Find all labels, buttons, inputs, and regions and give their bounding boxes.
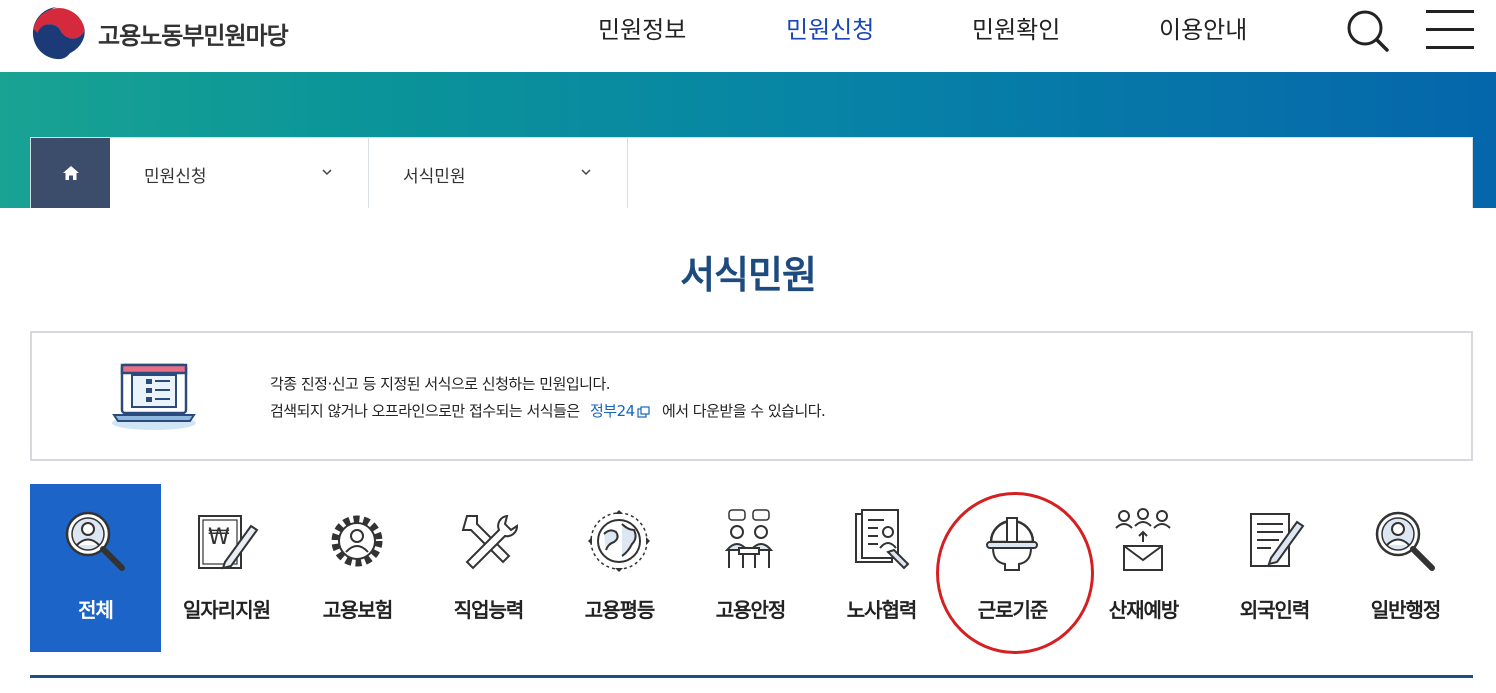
logo-text: 고용노동부민원마당 (98, 21, 289, 50)
breadcrumb-dropdown-level2[interactable]: 서식민원 (369, 138, 628, 208)
breadcrumb-home[interactable] (31, 138, 110, 208)
category-tab-labor-cooperation[interactable]: 노사협력 (816, 484, 947, 652)
breadcrumb: 민원신청 서식민원 (30, 137, 1473, 208)
people-envelope-icon (1115, 508, 1171, 571)
document-person-icon (855, 509, 910, 570)
category-label: 노사협력 (846, 598, 918, 622)
site-logo[interactable]: 고용노동부민원마당 (30, 4, 289, 62)
category-tab-employment-equality[interactable]: 고용평등 (554, 484, 685, 652)
info-box: 각종 진정·신고 등 지정된 서식으로 신청하는 민원입니다. 검색되지 않거나… (30, 331, 1473, 461)
category-tab-all[interactable]: 전체 (30, 484, 161, 652)
nav-usage-guide[interactable]: 이용안내 (1159, 10, 1247, 45)
category-tab-vocational-ability[interactable]: 직업능력 (423, 484, 554, 652)
breadcrumb-dropdown-level1[interactable]: 민원신청 (110, 138, 369, 208)
svg-text:₩: ₩ (208, 525, 230, 550)
category-label: 일자리지원 (183, 598, 271, 622)
info-line-2: 검색되지 않거나 오프라인으로만 접수되는 서식들은 정부24 에서 다운받을 … (270, 398, 826, 425)
globe-icon (588, 510, 650, 572)
gov24-link-label: 정부24 (589, 402, 635, 420)
hard-hat-icon (986, 517, 1038, 571)
chevron-down-icon (581, 169, 591, 176)
category-tabs: 전체 ₩ 일자리지원 고용보험 직업능력 고용평등 고용안정 노사협력 근로기준… (30, 484, 1473, 652)
gov24-link[interactable]: 정부24 (590, 402, 658, 420)
won-document-pen-icon: ₩ (198, 515, 259, 570)
info-line-1: 각종 진정·신고 등 지정된 서식으로 신청하는 민원입니다. (270, 375, 611, 393)
category-label: 일반행정 (1370, 598, 1442, 622)
category-label: 산재예방 (1108, 598, 1180, 622)
chevron-down-icon (322, 169, 332, 176)
breadcrumb-label: 서식민원 (403, 167, 466, 187)
category-tab-employment-stability[interactable]: 고용안정 (685, 484, 816, 652)
taegeuk-logo-icon (32, 6, 86, 60)
breadcrumb-label: 민원신청 (144, 167, 207, 187)
hamburger-menu-icon[interactable] (1426, 10, 1474, 50)
category-tab-accident-prevention[interactable]: 산재예방 (1078, 484, 1209, 652)
category-label: 직업능력 (453, 598, 525, 622)
magnifier-person-icon (65, 511, 125, 571)
category-tab-foreign-workforce[interactable]: 외국인력 (1209, 484, 1340, 652)
tools-icon (461, 514, 519, 570)
external-link-icon (637, 406, 650, 418)
category-tab-labor-standards[interactable]: 근로기준 (947, 484, 1078, 652)
magnifier-person-icon (1375, 511, 1435, 571)
category-tab-general-admin[interactable]: 일반행정 (1340, 484, 1471, 652)
laptop-form-icon (112, 363, 196, 430)
category-tab-employment-insurance[interactable]: 고용보험 (292, 484, 423, 652)
search-icon[interactable] (1346, 8, 1390, 52)
nav-minwon-apply[interactable]: 민원신청 (786, 10, 874, 45)
meeting-icon (724, 509, 774, 568)
nav-minwon-check[interactable]: 민원확인 (972, 10, 1060, 45)
category-label: 근로기준 (977, 598, 1049, 622)
category-label: 고용보험 (322, 598, 394, 622)
site-header: 고용노동부민원마당 민원정보 민원신청 민원확인 이용안내 (0, 0, 1496, 72)
category-label: 전체 (78, 598, 114, 622)
info-line-2-prefix: 검색되지 않거나 오프라인으로만 접수되는 서식들은 (270, 402, 580, 420)
category-label: 고용안정 (715, 598, 787, 622)
section-divider (30, 675, 1473, 678)
gear-person-icon (331, 515, 383, 567)
info-text: 각종 진정·신고 등 지정된 서식으로 신청하는 민원입니다. 검색되지 않거나… (270, 371, 826, 425)
home-icon (62, 166, 79, 180)
document-pencil-icon (1250, 513, 1305, 567)
page-title: 서식민원 (680, 253, 817, 297)
info-line-2-suffix: 에서 다운받을 수 있습니다. (661, 402, 826, 420)
category-label: 고용평등 (584, 598, 656, 622)
nav-minwon-info[interactable]: 민원정보 (598, 10, 686, 45)
category-tab-job-support[interactable]: ₩ 일자리지원 (161, 484, 292, 652)
category-label: 외국인력 (1239, 598, 1311, 622)
